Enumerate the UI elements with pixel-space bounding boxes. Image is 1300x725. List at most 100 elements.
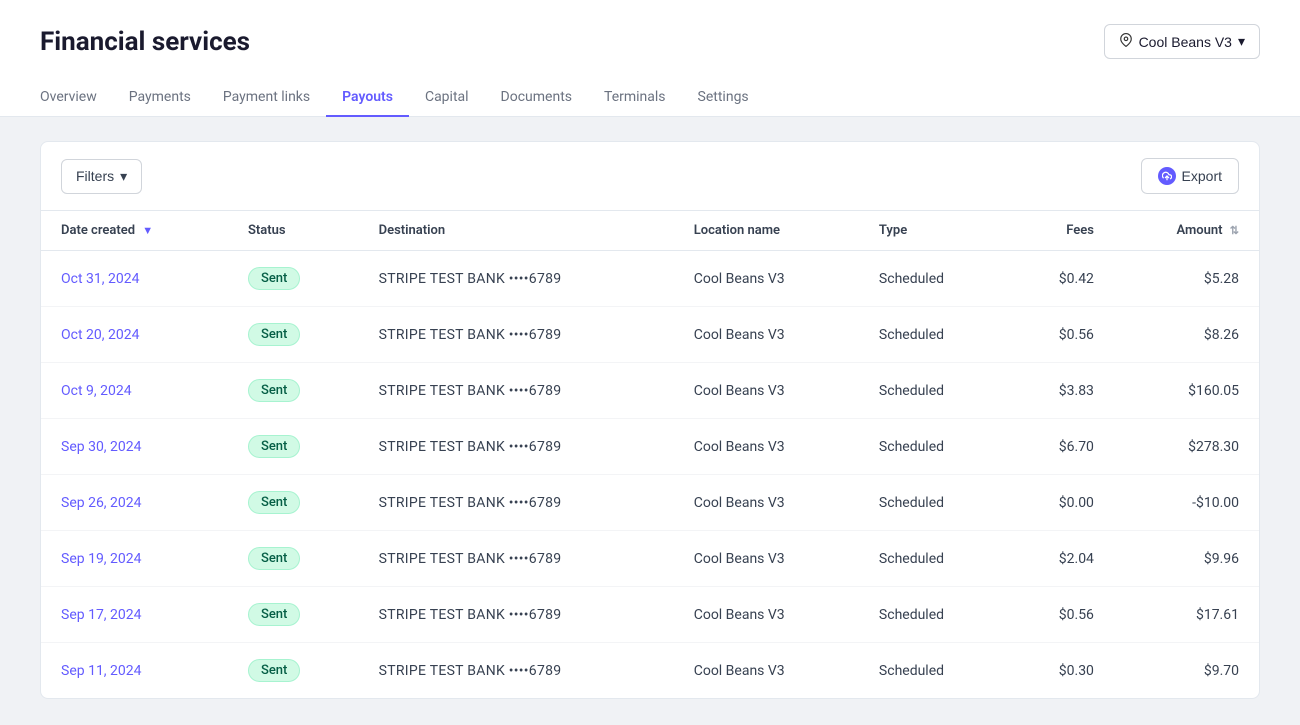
- cell-destination: STRIPE TEST BANK ••••6789: [359, 587, 674, 643]
- chevron-down-icon: ▾: [120, 168, 127, 185]
- cell-amount: $9.70: [1114, 643, 1259, 699]
- cell-date[interactable]: Sep 30, 2024: [41, 419, 228, 475]
- table-row[interactable]: Oct 9, 2024 Sent STRIPE TEST BANK ••••6789…: [41, 363, 1259, 419]
- page-title: Financial services: [40, 27, 250, 57]
- filters-label: Filters: [76, 168, 114, 184]
- table-header-row: Date created ▼StatusDestinationLocation …: [41, 211, 1259, 251]
- cell-location: Cool Beans V3: [674, 251, 859, 307]
- cell-amount: $17.61: [1114, 587, 1259, 643]
- nav-tab-documents[interactable]: Documents: [485, 79, 588, 117]
- content-section: Filters ▾ Export: [0, 117, 1300, 723]
- page-wrapper: Financial services Cool Beans V3 ▾ Overv…: [0, 0, 1300, 725]
- table-row[interactable]: Oct 31, 2024 Sent STRIPE TEST BANK ••••678…: [41, 251, 1259, 307]
- cell-amount: $278.30: [1114, 419, 1259, 475]
- cell-location: Cool Beans V3: [674, 587, 859, 643]
- status-badge: Sent: [248, 491, 300, 514]
- cell-destination: STRIPE TEST BANK ••••6789: [359, 643, 674, 699]
- payouts-table: Date created ▼StatusDestinationLocation …: [41, 211, 1259, 698]
- nav-tab-terminals[interactable]: Terminals: [588, 79, 682, 117]
- col-header-fees: Fees: [1008, 211, 1114, 251]
- cell-type: Scheduled: [859, 307, 1008, 363]
- status-badge: Sent: [248, 267, 300, 290]
- cell-fees: $3.83: [1008, 363, 1114, 419]
- cell-amount: $160.05: [1114, 363, 1259, 419]
- status-badge: Sent: [248, 603, 300, 626]
- cell-status: Sent: [228, 531, 359, 587]
- date-link[interactable]: Oct 31, 2024: [61, 271, 139, 287]
- cell-type: Scheduled: [859, 251, 1008, 307]
- cell-fees: $6.70: [1008, 419, 1114, 475]
- status-badge: Sent: [248, 379, 300, 402]
- cell-type: Scheduled: [859, 587, 1008, 643]
- date-link[interactable]: Sep 19, 2024: [61, 551, 142, 567]
- cell-type: Scheduled: [859, 363, 1008, 419]
- status-badge: Sent: [248, 659, 300, 682]
- cell-location: Cool Beans V3: [674, 643, 859, 699]
- header-top: Financial services Cool Beans V3 ▾: [40, 24, 1260, 59]
- filters-button[interactable]: Filters ▾: [61, 159, 142, 194]
- cell-destination: STRIPE TEST BANK ••••6789: [359, 307, 674, 363]
- export-label: Export: [1182, 168, 1222, 184]
- cell-date[interactable]: Sep 11, 2024: [41, 643, 228, 699]
- sort-both-icon: ⇅: [1230, 224, 1239, 237]
- col-header-amount[interactable]: Amount ⇅: [1114, 211, 1259, 251]
- date-link[interactable]: Sep 11, 2024: [61, 663, 142, 679]
- cell-date[interactable]: Sep 19, 2024: [41, 531, 228, 587]
- cell-amount: $8.26: [1114, 307, 1259, 363]
- cell-status: Sent: [228, 419, 359, 475]
- cell-destination: STRIPE TEST BANK ••••6789: [359, 251, 674, 307]
- cell-date[interactable]: Sep 26, 2024: [41, 475, 228, 531]
- table-row[interactable]: Sep 26, 2024SentSTRIPE TEST BANK ••••678…: [41, 475, 1259, 531]
- export-button[interactable]: Export: [1141, 158, 1239, 194]
- cell-amount: $9.96: [1114, 531, 1259, 587]
- cell-fees: $0.56: [1008, 307, 1114, 363]
- cell-amount: $5.28: [1114, 251, 1259, 307]
- nav-tab-payouts[interactable]: Payouts: [326, 79, 409, 117]
- table-row[interactable]: Sep 30, 2024 Sent STRIPE TEST BANK ••••678…: [41, 419, 1259, 475]
- cell-status: Sent: [228, 307, 359, 363]
- table-row[interactable]: Sep 17, 2024 Sent STRIPE TEST BANK ••••678…: [41, 587, 1259, 643]
- cell-status: Sent: [228, 251, 359, 307]
- col-header-status: Status: [228, 211, 359, 251]
- sort-desc-icon: ▼: [142, 224, 153, 237]
- cell-status: Sent: [228, 587, 359, 643]
- table-body: Oct 31, 2024SentSTRIPE TEST BANK ••••678…: [41, 251, 1259, 699]
- col-header-date[interactable]: Date created ▼: [41, 211, 228, 251]
- date-link[interactable]: Sep 17, 2024: [61, 607, 142, 623]
- cell-type: Scheduled: [859, 531, 1008, 587]
- nav-tab-overview[interactable]: Overview: [40, 79, 113, 117]
- status-badge: Sent: [248, 435, 300, 458]
- location-selector[interactable]: Cool Beans V3 ▾: [1104, 24, 1260, 59]
- cell-date[interactable]: Sep 17, 2024: [41, 587, 228, 643]
- cell-location: Cool Beans V3: [674, 363, 859, 419]
- table-row[interactable]: Oct 20, 2024 SentSTRIPE TEST BANK ••••678…: [41, 307, 1259, 363]
- cell-location: Cool Beans V3: [674, 419, 859, 475]
- nav-tab-payments[interactable]: Payments: [113, 79, 207, 117]
- date-link[interactable]: Sep 30, 2024: [61, 439, 142, 455]
- date-link[interactable]: Sep 26, 2024: [61, 495, 142, 511]
- table-toolbar: Filters ▾ Export: [41, 142, 1259, 211]
- cell-destination: STRIPE TEST BANK ••••6789: [359, 363, 674, 419]
- col-header-destination: Destination: [359, 211, 674, 251]
- nav-tab-payment-links[interactable]: Payment links: [207, 79, 326, 117]
- date-link[interactable]: Oct 20, 2024: [61, 327, 139, 343]
- cell-fees: $0.30: [1008, 643, 1114, 699]
- cell-date[interactable]: Oct 20, 2024: [41, 307, 228, 363]
- col-header-location: Location name: [674, 211, 859, 251]
- export-icon: [1158, 167, 1176, 185]
- status-badge: Sent: [248, 547, 300, 570]
- cell-destination: STRIPE TEST BANK ••••6789: [359, 419, 674, 475]
- cell-amount: -$10.00: [1114, 475, 1259, 531]
- cell-status: Sent: [228, 643, 359, 699]
- cell-date[interactable]: Oct 9, 2024: [41, 363, 228, 419]
- table-row[interactable]: Sep 19, 2024 Sent STRIPE TEST BANK ••••678…: [41, 531, 1259, 587]
- nav-tab-settings[interactable]: Settings: [682, 79, 765, 117]
- date-link[interactable]: Oct 9, 2024: [61, 383, 132, 399]
- nav-tab-capital[interactable]: Capital: [409, 79, 485, 117]
- cell-type: Scheduled: [859, 419, 1008, 475]
- table-row[interactable]: Sep 11, 2024 Sent STRIPE TEST BANK ••••678…: [41, 643, 1259, 699]
- pin-icon: [1119, 33, 1133, 50]
- cell-status: Sent: [228, 363, 359, 419]
- cell-date[interactable]: Oct 31, 2024: [41, 251, 228, 307]
- cell-destination: STRIPE TEST BANK ••••6789: [359, 531, 674, 587]
